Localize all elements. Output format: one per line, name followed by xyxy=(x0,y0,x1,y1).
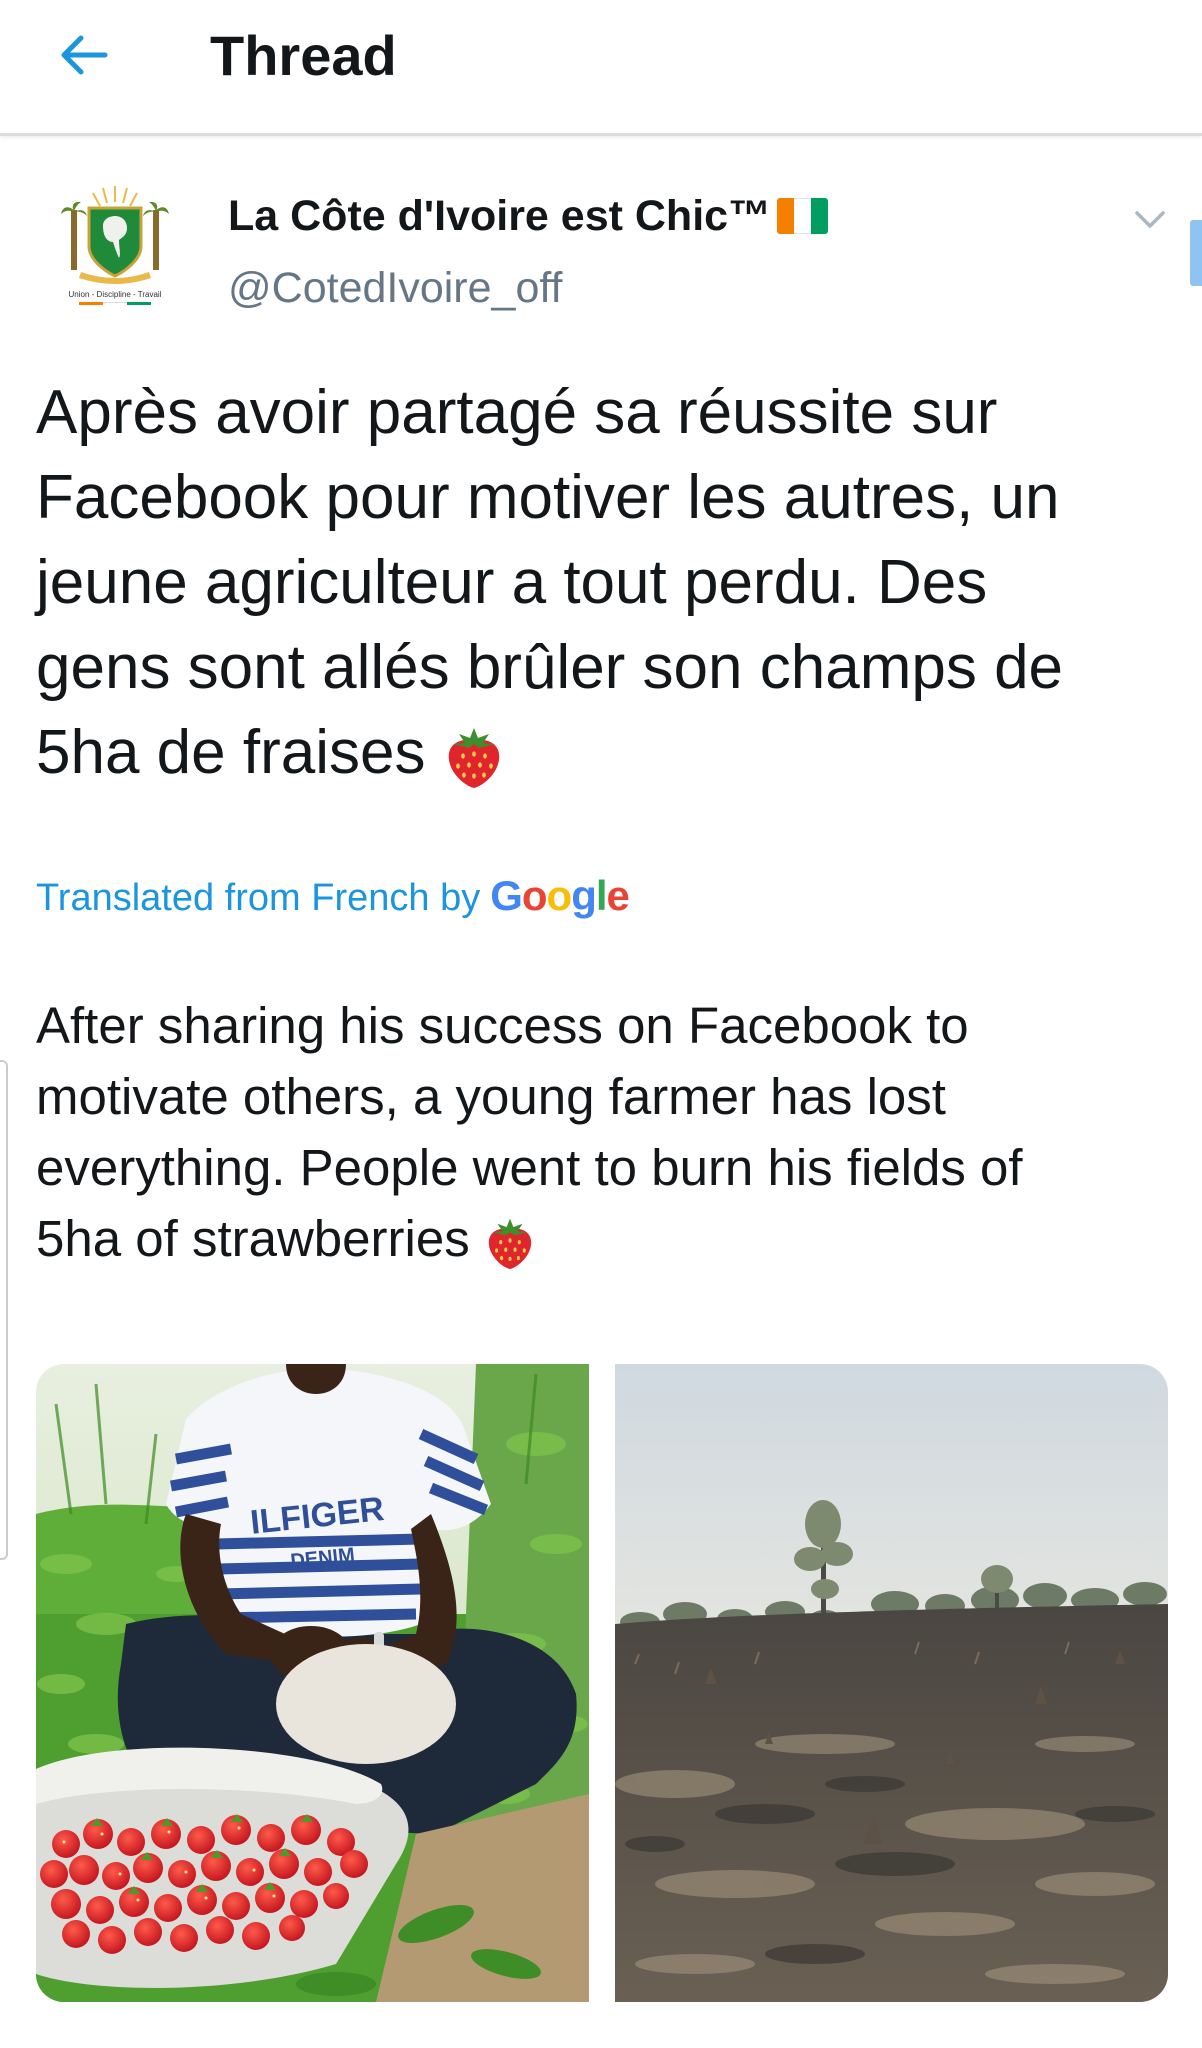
cote-divoire-flag-icon xyxy=(777,198,829,234)
tweet-media-grid: ILFIGER DENIM xyxy=(36,1364,1168,2002)
tweet-photo-burned-field[interactable] xyxy=(615,1364,1168,2002)
tweet-options-button[interactable] xyxy=(1130,200,1170,240)
tweet-text-line: gens sont allés brûler son champs de xyxy=(36,633,1064,702)
avatar[interactable]: Union - Discipline - Travail xyxy=(40,180,190,330)
author-name-row[interactable]: La Côte d'Ivoire est Chic™ xyxy=(228,188,829,244)
scroll-indicator[interactable] xyxy=(1190,220,1202,286)
google-logo: Google xyxy=(490,870,630,922)
tweet-text-line: Facebook pour motiver les autres, un xyxy=(36,463,1060,532)
avatar-motto: Union - Discipline - Travail xyxy=(68,290,162,299)
side-drawer-edge[interactable] xyxy=(0,1060,8,1560)
author-handle[interactable]: @CotedIvoire_off xyxy=(228,260,563,316)
chevron-down-icon xyxy=(1135,211,1165,228)
tweet-text: Après avoir partagé sa réussite sur Face… xyxy=(36,370,1176,795)
top-app-bar: Thread xyxy=(0,0,1202,136)
translated-from-label[interactable]: Translated from French by xyxy=(36,872,480,924)
tweet-header: Union - Discipline - Travail La Côte d'I… xyxy=(0,150,1202,330)
translated-text-line: everything. People went to burn his fiel… xyxy=(36,1139,1023,1196)
coat-of-arms-icon xyxy=(61,186,169,284)
google-logo-letter: o xyxy=(546,872,573,919)
avatar-flag-stripe xyxy=(79,302,151,305)
tweet-text-line: Après avoir partagé sa réussite sur xyxy=(36,378,998,447)
google-logo-letter: G xyxy=(490,872,523,919)
page-title: Thread xyxy=(210,24,397,87)
translated-tweet-text: After sharing his success on Facebook to… xyxy=(36,990,1176,1274)
translated-text-line: motivate others, a young farmer has lost xyxy=(36,1068,946,1125)
strawberry-emoji-icon xyxy=(488,1218,532,1269)
tweet-photo-farmer-strawberries[interactable]: ILFIGER DENIM xyxy=(36,1364,589,2002)
author-display-name[interactable]: La Côte d'Ivoire est Chic™ xyxy=(228,188,771,244)
google-logo-letter: l xyxy=(595,872,608,919)
back-button[interactable] xyxy=(48,20,118,90)
translation-attribution[interactable]: Translated from French by Google xyxy=(36,870,630,924)
strawberry-emoji-icon xyxy=(448,727,499,788)
google-logo-letter: e xyxy=(606,872,630,919)
tweet-text-line: 5ha de fraises xyxy=(36,718,426,787)
tweet-text-line: jeune agriculteur a tout perdu. Des xyxy=(36,548,988,617)
back-arrow-icon xyxy=(61,35,108,75)
translated-text-line: After sharing his success on Facebook to xyxy=(36,997,969,1054)
google-logo-letter: g xyxy=(571,872,597,919)
translated-text-line: 5ha of strawberries xyxy=(36,1210,470,1267)
google-logo-letter: o xyxy=(521,872,548,919)
